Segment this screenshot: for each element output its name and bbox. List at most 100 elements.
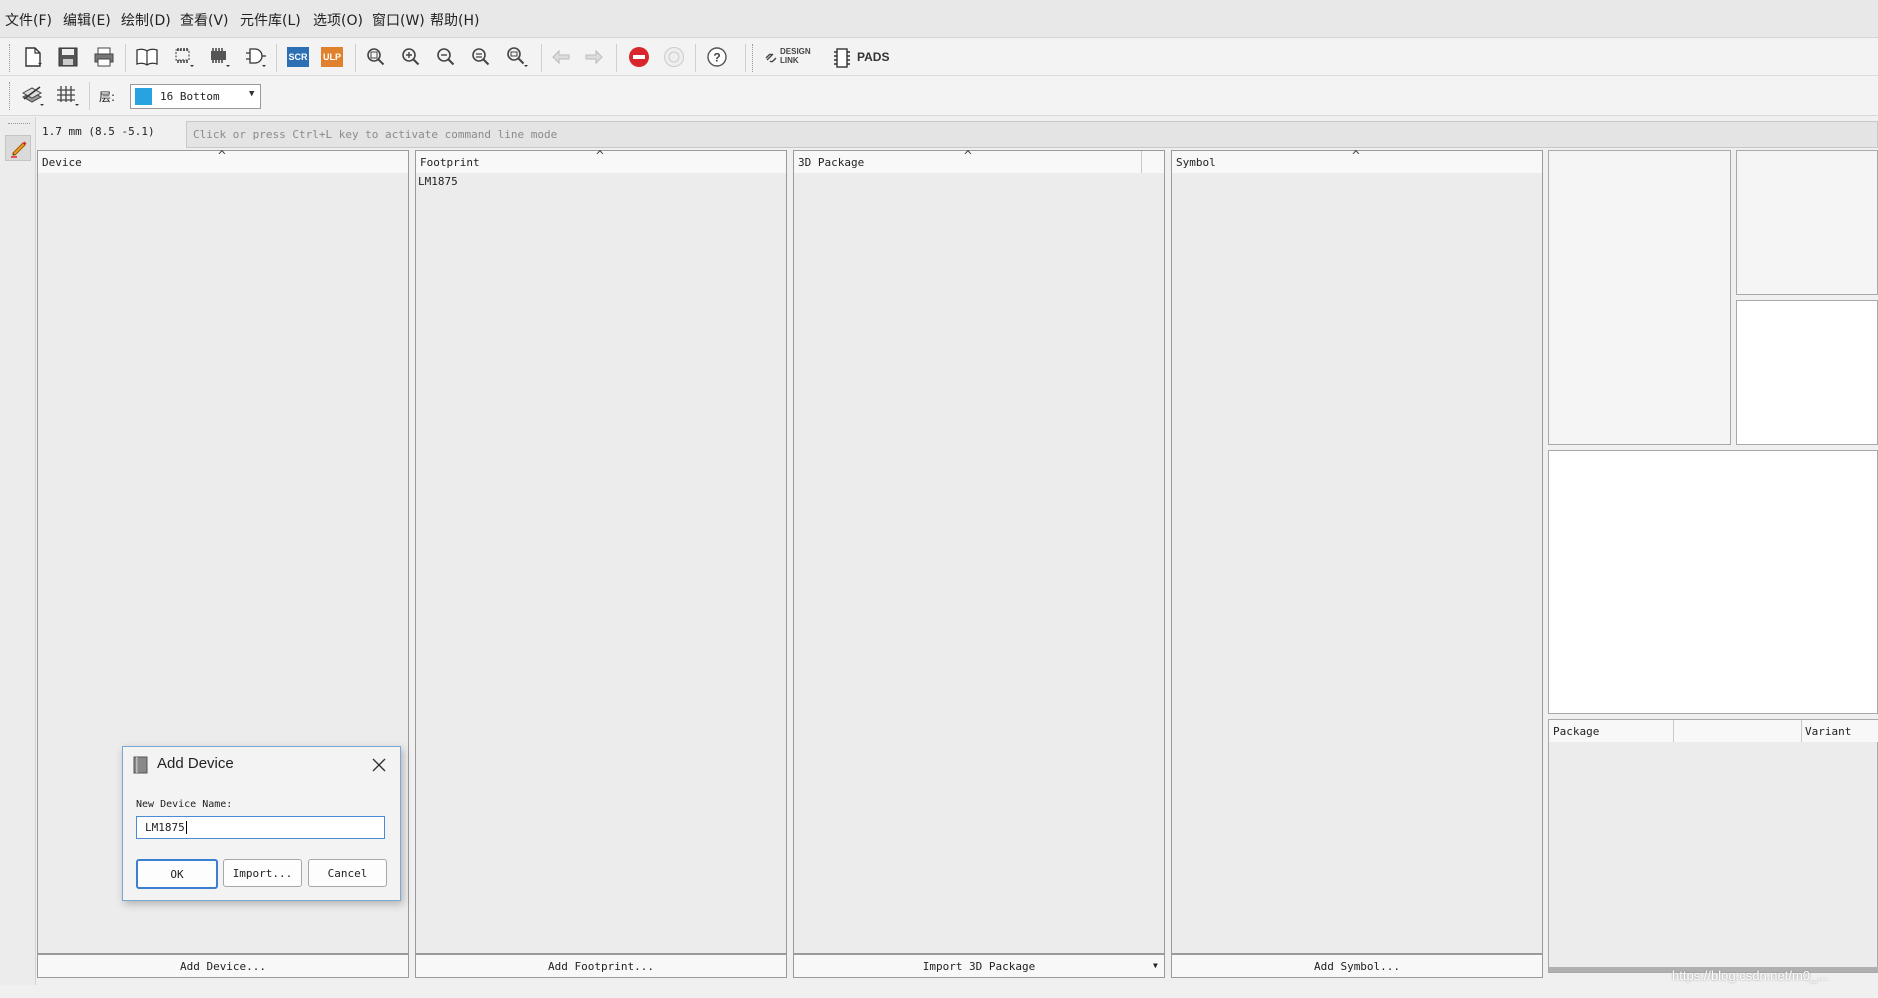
column-header-variant[interactable]: Variant: [1805, 725, 1851, 738]
symbol-panel-title: Symbol: [1176, 156, 1216, 169]
footprint-panel-header[interactable]: Footprint ^: [416, 149, 786, 173]
strip-grip[interactable]: [8, 123, 30, 124]
add-footprint-button[interactable]: Add Footprint...: [415, 954, 787, 978]
package-icon[interactable]: [206, 44, 232, 70]
toolbar-grip[interactable]: [9, 82, 12, 110]
symbol-panel-header[interactable]: Symbol ^: [1172, 149, 1542, 173]
dialog-title: Add Device: [157, 755, 234, 772]
link-icon: [765, 53, 777, 63]
symbol-panel: Symbol ^: [1171, 149, 1543, 954]
close-icon[interactable]: [371, 757, 387, 773]
watermark-text: https://blog.csdn.net/m0_...: [1672, 968, 1829, 983]
toolbar-separator: [695, 44, 696, 72]
footprint-icon[interactable]: [170, 44, 196, 70]
layer-select-value: 16 Bottom: [160, 90, 220, 103]
chevron-down-icon[interactable]: ▼: [1153, 961, 1158, 970]
add-symbol-button[interactable]: Add Symbol...: [1171, 954, 1543, 978]
menu-library[interactable]: 元件库(L): [240, 10, 301, 30]
sort-caret-icon: ^: [964, 149, 972, 164]
zoom-in-icon[interactable]: [398, 44, 424, 70]
ulp-label: ULP: [321, 47, 343, 67]
menu-edit[interactable]: 编辑(E): [63, 10, 111, 30]
zoom-previous-icon[interactable]: [468, 44, 494, 70]
pads-button[interactable]: PADS: [833, 46, 895, 70]
pencil-edit-button[interactable]: [5, 135, 31, 161]
column-header-package[interactable]: Package: [1553, 725, 1599, 738]
layer-select[interactable]: 16 Bottom ▼: [130, 84, 261, 109]
layer-toolbar: 层:: [0, 76, 1878, 116]
layer-label: 层:: [99, 90, 116, 104]
library-book-icon[interactable]: [134, 44, 160, 70]
cancel-button[interactable]: Cancel: [308, 859, 387, 887]
column-divider[interactable]: [1801, 720, 1802, 742]
command-line-placeholder: Click or press Ctrl+L key to activate co…: [193, 128, 558, 141]
toolbar-separator: [541, 44, 542, 72]
menu-file[interactable]: 文件(F): [5, 10, 52, 30]
add-device-button[interactable]: Add Device...: [37, 954, 409, 978]
sort-caret-icon: ^: [1352, 149, 1360, 164]
layer-color-swatch: [135, 88, 152, 105]
help-icon[interactable]: ?: [704, 44, 730, 70]
pads-label: PADS: [857, 50, 890, 64]
zoom-select-icon[interactable]: [504, 44, 530, 70]
import-3d-package-button[interactable]: Import 3D Package ▼: [793, 954, 1165, 978]
toolbar-separator: [745, 44, 746, 72]
column-divider[interactable]: [1141, 151, 1142, 173]
symbol-gate-icon[interactable]: [242, 44, 268, 70]
sort-caret-icon: ^: [596, 149, 604, 164]
column-divider[interactable]: [1673, 720, 1674, 742]
go-icon[interactable]: [661, 44, 687, 70]
symbol-preview-pane: [1736, 300, 1878, 445]
ulp-icon[interactable]: ULP: [319, 44, 345, 70]
new-file-icon[interactable]: [20, 44, 46, 70]
design-link-label-top: DESIGN: [780, 47, 811, 56]
3d-package-panel: 3D Package ^: [793, 149, 1165, 954]
zoom-fit-icon[interactable]: [363, 44, 389, 70]
toolbar-separator: [355, 44, 356, 72]
add-device-dialog: Add Device New Device Name: LM1875 OK Im…: [122, 746, 401, 901]
undo-icon[interactable]: [548, 44, 574, 70]
table-header: Package Variant: [1549, 720, 1878, 742]
toolbar-separator: [276, 44, 277, 72]
footprint-panel-title: Footprint: [420, 156, 480, 169]
menu-options[interactable]: 选项(O): [313, 10, 363, 30]
footprint-panel: Footprint ^ LM1875: [415, 149, 787, 954]
menu-help[interactable]: 帮助(H): [430, 10, 479, 30]
footprint-preview-pane: [1736, 150, 1878, 295]
import-button[interactable]: Import...: [223, 859, 302, 887]
zoom-out-icon[interactable]: [433, 44, 459, 70]
package-variant-table: Package Variant: [1548, 719, 1878, 973]
book-icon: [133, 756, 148, 774]
menu-view[interactable]: 查看(V): [180, 10, 229, 30]
toolbar-grip[interactable]: [9, 44, 12, 72]
device-panel-header[interactable]: Device ^: [38, 149, 408, 173]
toolbar-separator: [89, 82, 90, 110]
chevron-down-icon: ▼: [249, 89, 255, 99]
ok-button[interactable]: OK: [136, 859, 218, 889]
stop-icon[interactable]: [626, 44, 652, 70]
layers-icon[interactable]: [20, 82, 46, 108]
toolbar-separator: [125, 44, 126, 72]
text-caret: [185, 821, 187, 834]
design-link-button[interactable]: DESIGN LINK: [764, 46, 824, 70]
toolbar-grip[interactable]: [752, 44, 755, 72]
redo-icon[interactable]: [581, 44, 607, 70]
3d-package-panel-header[interactable]: 3D Package ^: [794, 149, 1164, 173]
script-icon[interactable]: SCR: [285, 44, 311, 70]
menu-window[interactable]: 窗口(W): [372, 10, 425, 30]
scr-label: SCR: [287, 47, 309, 67]
save-icon[interactable]: [55, 44, 81, 70]
command-line-input[interactable]: Click or press Ctrl+L key to activate co…: [186, 121, 1878, 148]
new-device-name-label: New Device Name:: [136, 799, 233, 810]
chip-icon: [834, 48, 850, 68]
menu-bar: 文件(F) 编辑(E) 绘制(D) 查看(V) 元件库(L) 选项(O) 窗口(…: [0, 0, 1878, 38]
main-toolbar: SCR ULP ? DESIGN LINK PADS: [0, 38, 1878, 76]
new-device-name-input[interactable]: LM1875: [136, 816, 385, 839]
print-icon[interactable]: [91, 44, 117, 70]
design-link-label-bottom: LINK: [780, 56, 799, 65]
menu-draw[interactable]: 绘制(D): [121, 10, 171, 30]
list-item[interactable]: LM1875: [418, 175, 458, 188]
device-preview-pane: [1548, 150, 1731, 445]
grid-icon[interactable]: [55, 82, 81, 108]
3d-package-panel-title: 3D Package: [798, 156, 865, 169]
